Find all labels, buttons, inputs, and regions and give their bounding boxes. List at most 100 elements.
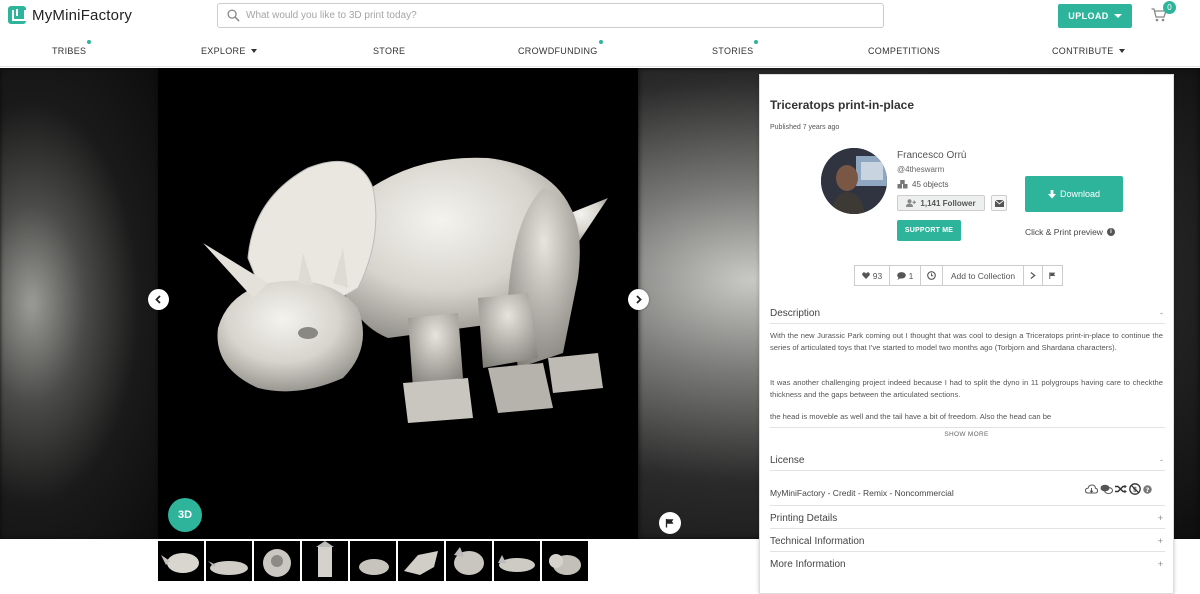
description-heading[interactable]: Description xyxy=(770,308,820,319)
nav-item-contribute[interactable]: CONTRIBUTE xyxy=(1052,46,1125,56)
comments-icon[interactable] xyxy=(1100,484,1113,495)
designer-handle[interactable]: @4theswarm xyxy=(897,165,944,174)
divider xyxy=(770,528,1165,529)
printing-details-heading[interactable]: Printing Details xyxy=(770,513,837,524)
cloud-download-icon[interactable] xyxy=(1085,483,1098,495)
divider xyxy=(770,470,1165,471)
thumbnail[interactable] xyxy=(494,541,540,581)
download-label: Download xyxy=(1059,189,1101,199)
previous-image-button[interactable] xyxy=(148,289,169,310)
thumbnail[interactable] xyxy=(302,541,348,581)
thumbnail[interactable] xyxy=(398,541,444,581)
nav-label: STORIES xyxy=(712,46,754,56)
main-object-image[interactable] xyxy=(158,68,638,539)
chevron-down-icon xyxy=(1118,49,1125,53)
user-plus-icon xyxy=(906,199,917,207)
chevron-down-icon xyxy=(250,49,257,53)
nav-label: CONTRIBUTE xyxy=(1052,46,1114,56)
new-indicator-dot xyxy=(87,40,92,44)
nav-item-competitions[interactable]: COMPETITIONS xyxy=(868,46,940,56)
info-icon: i xyxy=(1106,228,1115,236)
chevron-right-icon xyxy=(636,295,642,304)
flag-icon xyxy=(665,519,674,528)
nav-item-tribes[interactable]: TRIBES xyxy=(52,40,92,56)
license-heading[interactable]: License xyxy=(770,455,804,466)
more-information-expand-toggle[interactable]: + xyxy=(1158,559,1163,569)
main-nav: TRIBES EXPLORE STORE CROWDFUNDING STORIE… xyxy=(0,36,1200,67)
description-collapse-toggle[interactable]: - xyxy=(1160,308,1163,318)
previous-image-preview xyxy=(0,68,158,539)
followers-count: 1,141 Follower xyxy=(920,198,976,208)
comments-button[interactable]: 1 xyxy=(889,265,921,286)
divider xyxy=(770,323,1165,324)
chevron-left-icon xyxy=(155,295,161,304)
object-action-bar: 93 1 Add to Collection xyxy=(854,265,1063,286)
thumbnail[interactable] xyxy=(206,541,252,581)
like-button[interactable]: 93 xyxy=(854,265,890,286)
nav-item-stories[interactable]: STORIES xyxy=(712,40,759,56)
help-icon[interactable]: ? xyxy=(1143,484,1152,494)
share-button[interactable] xyxy=(1023,265,1043,286)
nav-label: TRIBES xyxy=(52,46,87,56)
add-to-collection-button[interactable]: Add to Collection xyxy=(942,265,1024,286)
message-designer-button[interactable] xyxy=(991,195,1007,211)
click-print-preview-link[interactable]: Click & Print preview i xyxy=(1025,227,1115,237)
report-button[interactable] xyxy=(1042,265,1063,286)
triceratops-model-image xyxy=(203,157,608,423)
description-paragraph: It was another challenging project indee… xyxy=(770,378,1163,399)
click-print-label: Click & Print preview xyxy=(1025,227,1103,237)
follow-button[interactable]: 1,141 Follower xyxy=(897,195,985,211)
top-header: MyMiniFactory UPLOAD 0 xyxy=(0,0,1200,34)
thumbnail[interactable] xyxy=(542,541,588,581)
printing-details-expand-toggle[interactable]: + xyxy=(1158,513,1163,523)
noncommercial-icon[interactable]: $ xyxy=(1129,483,1141,495)
history-button[interactable] xyxy=(920,265,943,286)
description-paragraph: With the new Jurassic Park coming out I … xyxy=(770,331,1163,352)
search-input[interactable] xyxy=(246,6,866,25)
support-me-button[interactable]: SUPPORT ME xyxy=(897,220,961,241)
more-information-heading[interactable]: More Information xyxy=(770,559,846,570)
search-bar[interactable] xyxy=(217,3,884,28)
heart-icon xyxy=(861,272,870,279)
upload-label: UPLOAD xyxy=(1068,11,1109,21)
published-date: Published 7 years ago xyxy=(770,124,840,131)
thumbnail[interactable] xyxy=(158,541,204,581)
nav-item-crowdfunding[interactable]: CROWDFUNDING xyxy=(518,40,603,56)
svg-text:$: $ xyxy=(1133,485,1138,493)
new-indicator-dot xyxy=(754,40,759,44)
technical-information-heading[interactable]: Technical Information xyxy=(770,536,865,547)
license-collapse-toggle[interactable]: - xyxy=(1160,455,1163,465)
view-3d-button[interactable]: 3D xyxy=(168,498,202,532)
download-arrow-icon xyxy=(1047,189,1056,198)
divider xyxy=(770,427,1165,428)
nav-item-store[interactable]: STORE xyxy=(373,46,405,56)
upload-button[interactable]: UPLOAD xyxy=(1058,4,1132,28)
description-paragraph: the head is moveble as well and the tail… xyxy=(770,412,1052,421)
nav-label: STORE xyxy=(373,46,406,56)
object-title: Triceratops print-in-place xyxy=(770,98,915,112)
designer-avatar[interactable] xyxy=(821,148,887,214)
thumbnail-strip xyxy=(158,541,758,581)
new-indicator-dot xyxy=(598,40,603,44)
next-image-button[interactable] xyxy=(628,289,649,310)
logo-text: MyMiniFactory xyxy=(32,6,133,24)
cubes-icon xyxy=(897,180,908,189)
cart-count-badge: 0 xyxy=(1163,1,1176,14)
thumbnail[interactable] xyxy=(254,541,300,581)
thumbnail[interactable] xyxy=(446,541,492,581)
shuffle-icon[interactable] xyxy=(1115,484,1127,494)
designer-name[interactable]: Francesco Orrù xyxy=(897,150,966,161)
license-icons: $ ? xyxy=(1085,483,1152,495)
show-more-link[interactable]: SHOW MORE xyxy=(760,431,1173,438)
divider xyxy=(770,505,1165,506)
objects-count-label: 45 objects xyxy=(912,180,949,189)
download-button[interactable]: Download xyxy=(1025,176,1123,212)
thumbnail[interactable] xyxy=(350,541,396,581)
comment-icon xyxy=(896,271,906,280)
nav-item-explore[interactable]: EXPLORE xyxy=(201,46,257,56)
technical-information-expand-toggle[interactable]: + xyxy=(1158,536,1163,546)
designer-objects-count[interactable]: 45 objects xyxy=(897,180,948,189)
report-image-button[interactable] xyxy=(659,512,681,534)
license-text: MyMiniFactory - Credit - Remix - Noncomm… xyxy=(770,488,954,498)
site-logo[interactable]: MyMiniFactory xyxy=(8,6,132,24)
